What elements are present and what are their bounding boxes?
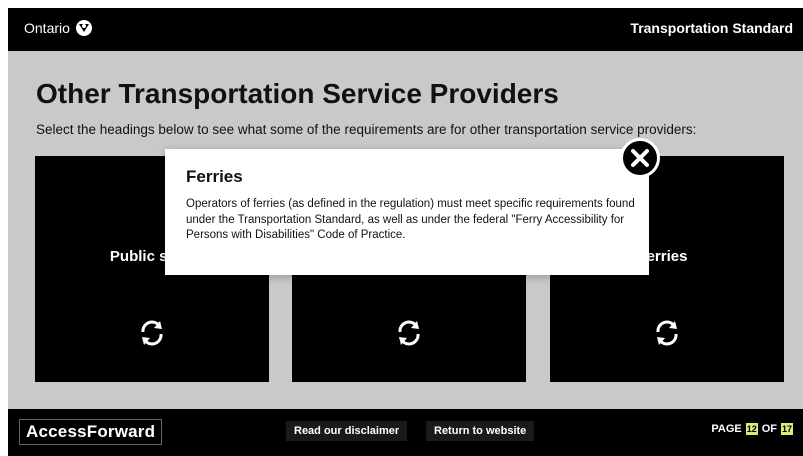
- page-title: Other Transportation Service Providers: [36, 78, 559, 109]
- page-total: 17: [781, 423, 793, 435]
- bottom-bar: AccessForward Read our disclaimer Return…: [8, 409, 803, 456]
- brand-label: Ontario: [24, 20, 70, 36]
- close-icon[interactable]: [620, 138, 660, 178]
- ferries-modal: Ferries Operators of ferries (as defined…: [165, 149, 649, 275]
- ontario-logo-icon: [75, 20, 92, 36]
- page-current: 12: [745, 423, 758, 435]
- page-of: OF: [761, 423, 777, 435]
- disclaimer-button[interactable]: Read our disclaimer: [286, 421, 408, 441]
- modal-body: Operators of ferries (as defined in the …: [186, 198, 635, 242]
- access-forward-logo: AccessForward: [19, 419, 163, 445]
- brand: Ontario: [24, 20, 92, 36]
- refresh-icon: [398, 320, 420, 346]
- return-button[interactable]: Return to website: [426, 421, 535, 441]
- app-frame: Ontario Transportation Standard Other Tr…: [8, 8, 803, 456]
- refresh-icon: [656, 320, 678, 346]
- page-subtitle: Select the headings below to see what so…: [36, 122, 697, 137]
- refresh-icon: [141, 320, 163, 346]
- section-title: Transportation Standard: [630, 20, 793, 36]
- page-counter: PAGE 12 OF 17: [711, 423, 793, 435]
- modal-title: Ferries: [186, 167, 243, 186]
- top-bar: Ontario Transportation Standard: [8, 8, 803, 51]
- page-prefix: PAGE: [711, 423, 742, 435]
